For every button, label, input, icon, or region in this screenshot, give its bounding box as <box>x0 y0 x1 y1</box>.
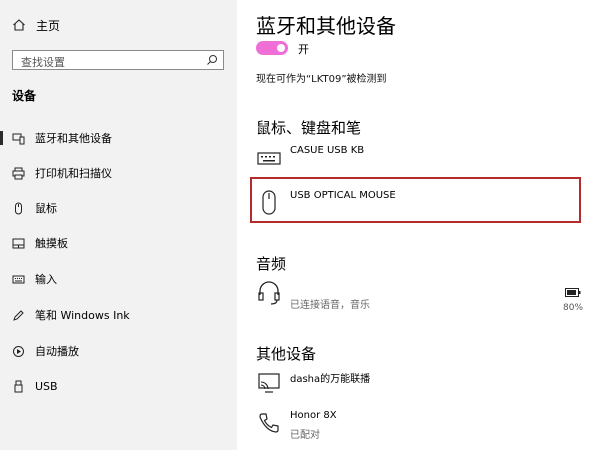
touchpad-icon <box>12 237 25 250</box>
page-title: 蓝牙和其他设备 <box>256 14 396 38</box>
sidebar-item-label: 蓝牙和其他设备 <box>35 132 112 145</box>
battery-indicator: 80% <box>563 282 583 313</box>
discoverable-text: 现在可作为“LKT09”被检测到 <box>256 74 387 85</box>
printer-icon <box>12 167 25 180</box>
device-name: Honor 8X <box>290 410 337 421</box>
sidebar-item-typing[interactable]: 输入 <box>0 268 237 290</box>
sidebar-item-mouse[interactable]: 鼠标 <box>0 197 237 219</box>
bluetooth-devices-icon <box>12 132 25 145</box>
autoplay-icon <box>12 345 25 358</box>
section-title-other: 其他设备 <box>256 345 317 363</box>
sidebar-item-label: 笔和 Windows Ink <box>35 309 130 322</box>
phone-icon <box>256 410 282 436</box>
pen-icon <box>12 309 25 322</box>
section-title-input-devices: 鼠标、键盘和笔 <box>256 119 362 137</box>
keyboard-icon <box>256 145 282 171</box>
main-content: 蓝牙和其他设备 开 现在可作为“LKT09”被检测到 鼠标、键盘和笔 CASUE… <box>237 0 600 450</box>
device-name: CASUE USB KB <box>290 145 365 156</box>
search-box[interactable] <box>12 50 224 72</box>
sidebar-item-bluetooth[interactable]: 蓝牙和其他设备 <box>0 127 237 149</box>
device-name: dasha的万能联播 <box>290 374 371 385</box>
sidebar-item-label: 自动播放 <box>35 345 79 358</box>
sidebar-item-pen[interactable]: 笔和 Windows Ink <box>0 304 237 326</box>
sidebar-section-title: 设备 <box>12 89 37 103</box>
home-icon <box>13 19 25 31</box>
device-status: 已配对 <box>290 430 320 441</box>
keyboard-icon <box>12 273 25 286</box>
sidebar-item-label: 触摸板 <box>35 237 68 250</box>
sidebar-item-label: 打印机和扫描仪 <box>35 167 112 180</box>
device-media[interactable]: dasha的万能联播 <box>256 370 586 410</box>
device-status: 已连接语音，音乐 <box>290 300 370 311</box>
bluetooth-toggle-state: 开 <box>298 43 309 56</box>
mouse-icon <box>12 202 25 215</box>
search-input[interactable] <box>13 53 201 72</box>
sidebar-item-printers[interactable]: 打印机和扫描仪 <box>0 162 237 184</box>
home-link[interactable]: 主页 <box>12 16 60 34</box>
battery-icon <box>565 288 581 297</box>
section-title-audio: 音频 <box>256 255 287 273</box>
sidebar-item-touchpad[interactable]: 触摸板 <box>0 232 237 254</box>
headset-icon <box>256 280 282 306</box>
home-label: 主页 <box>36 18 61 33</box>
sidebar-item-label: 输入 <box>35 273 57 286</box>
bluetooth-toggle[interactable] <box>256 41 288 55</box>
toggle-knob <box>277 44 285 52</box>
sidebar-item-usb[interactable]: USB <box>0 375 237 397</box>
media-device-icon <box>256 370 282 396</box>
sidebar-item-autoplay[interactable]: 自动播放 <box>0 340 237 362</box>
device-phone[interactable]: Honor 8X 已配对 <box>256 410 586 450</box>
sidebar: 主页 设备 蓝牙和其他设备 打印机和扫描仪 鼠标 触摸板 输入 笔和 Windo… <box>0 0 237 450</box>
sidebar-item-label: USB <box>35 379 58 393</box>
usb-icon <box>12 380 25 393</box>
device-headset[interactable]: 已连接语音，音乐 <box>256 280 586 320</box>
highlight-box <box>250 177 581 223</box>
selected-indicator <box>0 131 3 145</box>
battery-percent: 80% <box>563 303 584 313</box>
search-icon[interactable] <box>206 54 218 66</box>
sidebar-item-label: 鼠标 <box>35 202 57 215</box>
